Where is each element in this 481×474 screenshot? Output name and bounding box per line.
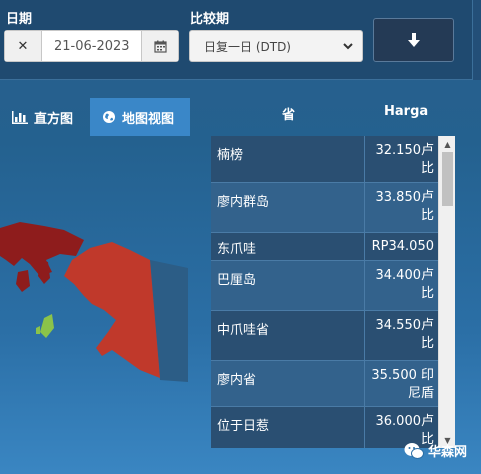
price-cell: 34.400卢比 <box>364 261 438 310</box>
map-view-button[interactable]: 地图视图 <box>90 98 190 136</box>
price-column-header[interactable]: Harga <box>384 104 428 119</box>
map-view-label: 地图视图 <box>122 111 175 127</box>
province-cell: 廖内省 <box>217 373 257 388</box>
province-cell: 东爪哇 <box>217 242 257 257</box>
province-cell: 廖内群岛 <box>217 195 270 210</box>
date-picker: ✕ 21-06-2023 <box>4 30 179 62</box>
west-papua-island-2[interactable] <box>38 260 50 284</box>
maluku-island[interactable] <box>40 314 54 338</box>
globe-icon <box>103 111 115 123</box>
date-label: 日期 <box>6 12 33 27</box>
compare-label: 比较期 <box>190 12 230 27</box>
date-value: 21-06-2023 <box>54 38 130 54</box>
scroll-up-icon[interactable]: ▲ <box>439 136 456 152</box>
province-cell: 位于日惹 <box>217 419 270 434</box>
table-row[interactable]: 东爪哇 RP34.050 <box>211 233 438 261</box>
province-column-header[interactable]: 省 <box>282 104 295 123</box>
papua-region[interactable] <box>64 242 160 378</box>
price-cell: 33.850卢比 <box>364 183 438 232</box>
maluku-islet[interactable] <box>36 326 40 334</box>
watermark: 华森网 <box>404 441 467 460</box>
province-cell: 巴厘岛 <box>217 273 257 288</box>
table-row[interactable]: 中爪哇省 34.550卢比 <box>211 311 438 361</box>
watermark-text: 华森网 <box>428 445 468 460</box>
price-cell: 32.150卢比 <box>364 136 438 182</box>
apply-button[interactable] <box>373 18 454 62</box>
clear-date-button[interactable]: ✕ <box>5 31 42 61</box>
panel-edge <box>472 0 481 80</box>
chevron-down-icon <box>343 43 353 50</box>
compare-period-select[interactable]: 日复一日 (DTD) <box>189 30 363 62</box>
table-scrollbar[interactable]: ▲ ▼ <box>438 136 455 448</box>
price-table: 楠榜 32.150卢比 廖内群岛 33.850卢比 东爪哇 RP34.050 巴… <box>211 136 438 448</box>
province-cell: 中爪哇省 <box>217 323 270 338</box>
calendar-button[interactable] <box>141 31 178 61</box>
price-cell: 34.550卢比 <box>364 311 438 360</box>
bar-chart-view-button[interactable]: 直方图 <box>0 98 88 136</box>
province-map <box>0 222 188 382</box>
table-row[interactable]: 廖内省 35.500 印尼盾 <box>211 361 438 407</box>
scroll-thumb[interactable] <box>442 152 453 206</box>
compare-value: 日复一日 (DTD) <box>204 39 291 54</box>
bar-chart-icon <box>12 110 28 124</box>
bar-chart-view-label: 直方图 <box>34 111 74 127</box>
price-cell: 35.500 印尼盾 <box>364 361 438 406</box>
price-cell: RP34.050 <box>364 233 438 260</box>
filter-panel: 日期 ✕ 21-06-2023 比较期 日复一日 (DTD) <box>0 0 481 80</box>
west-papua-island-1[interactable] <box>16 270 30 292</box>
wechat-logo-icon <box>404 442 424 459</box>
table-row[interactable]: 巴厘岛 34.400卢比 <box>211 261 438 311</box>
date-input[interactable]: 21-06-2023 <box>42 31 141 61</box>
calendar-icon <box>153 40 167 53</box>
province-cell: 楠榜 <box>217 148 244 163</box>
table-row[interactable]: 楠榜 32.150卢比 <box>211 136 438 183</box>
close-icon: ✕ <box>17 38 29 54</box>
table-row[interactable]: 廖内群岛 33.850卢比 <box>211 183 438 233</box>
arrow-down-icon <box>407 33 420 47</box>
